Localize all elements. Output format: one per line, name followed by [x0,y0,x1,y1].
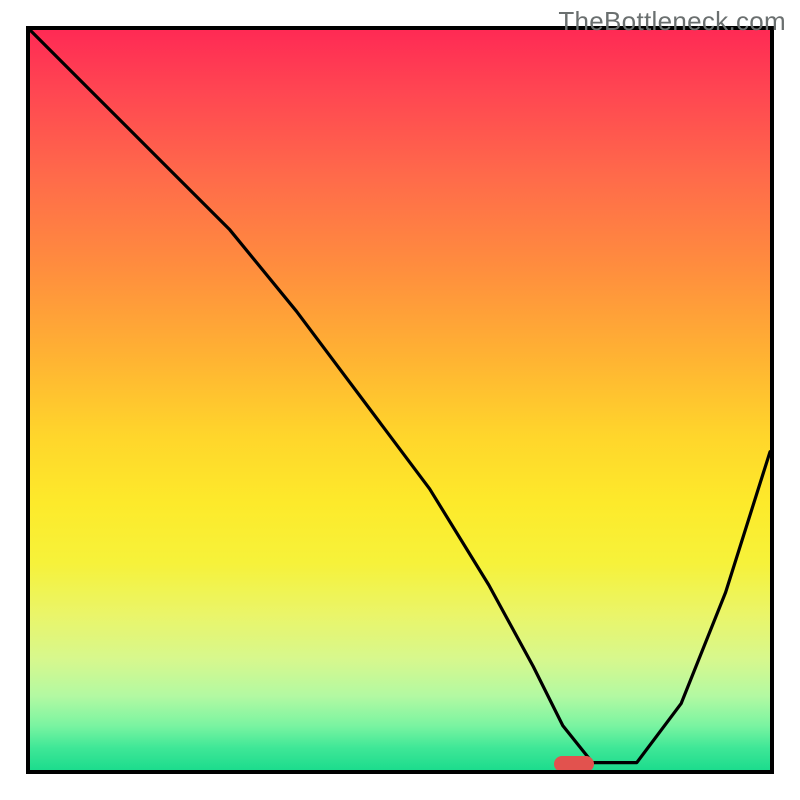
axis-bottom [26,770,774,774]
curve-svg [30,30,770,770]
plot-area [30,30,770,770]
axis-left [26,26,30,774]
bottleneck-curve-path [30,30,770,763]
watermark-text: TheBottleneck.com [558,6,786,37]
axis-right [770,26,774,774]
bottleneck-chart: TheBottleneck.com [0,0,800,800]
